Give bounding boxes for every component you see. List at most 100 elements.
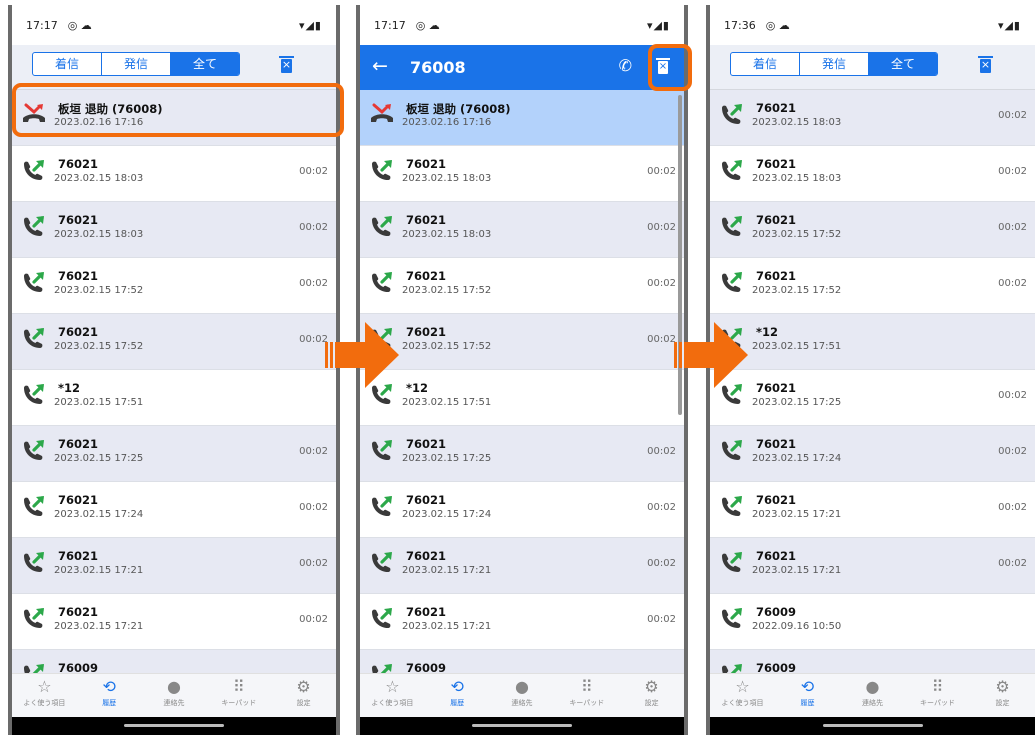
nav-item-history[interactable]: ⟲ 履歴 xyxy=(425,674,490,717)
person-icon: ● xyxy=(167,677,181,696)
outgoing-call-icon xyxy=(718,605,746,633)
nav-item-star[interactable]: ☆ よく使う項目 xyxy=(12,674,77,717)
call-datetime: 2023.02.15 17:52 xyxy=(54,285,144,296)
list-item[interactable]: 76021 2023.02.15 17:25 00:02 xyxy=(710,370,1035,426)
list-item[interactable]: 76021 2023.02.15 18:03 00:02 xyxy=(710,90,1035,146)
person-icon: ● xyxy=(515,677,529,696)
outgoing-call-icon xyxy=(718,437,746,465)
outgoing-call-icon xyxy=(368,437,396,465)
list-item-selected[interactable]: 板垣 退助 (76008) 2023.02.16 17:16 xyxy=(360,90,684,146)
filter-tabs-bar: 着信 発信 全て xyxy=(710,45,1035,90)
call-duration: 00:02 xyxy=(647,334,676,345)
gesture-bar xyxy=(12,717,336,735)
status-notification-icons: ◎ ☁ xyxy=(415,18,440,32)
list-item[interactable]: 76021 2023.02.15 18:03 00:02 xyxy=(360,146,684,202)
list-item[interactable]: 76021 2023.02.15 18:03 00:02 xyxy=(12,202,336,258)
nav-item-gear[interactable]: ⚙ 設定 xyxy=(970,674,1035,717)
nav-item-keypad[interactable]: ⠿ キーパッド xyxy=(554,674,619,717)
list-item[interactable]: 76021 2023.02.15 17:24 00:02 xyxy=(360,482,684,538)
keypad-icon: ⠿ xyxy=(931,677,944,696)
nav-item-history[interactable]: ⟲ 履歴 xyxy=(77,674,142,717)
nav-item-person[interactable]: ● 連絡先 xyxy=(490,674,555,717)
list-item[interactable]: 76021 2023.02.15 17:24 00:02 xyxy=(12,482,336,538)
nav-item-star[interactable]: ☆ よく使う項目 xyxy=(360,674,425,717)
call-datetime: 2023.02.15 18:03 xyxy=(402,173,492,184)
nav-item-star[interactable]: ☆ よく使う項目 xyxy=(710,674,775,717)
gesture-bar xyxy=(710,717,1035,735)
list-item[interactable]: 76021 2023.02.15 17:52 00:02 xyxy=(360,258,684,314)
list-item[interactable]: 76021 2023.02.15 17:52 00:02 xyxy=(710,202,1035,258)
list-item[interactable]: 76021 2023.02.15 17:21 00:02 xyxy=(710,538,1035,594)
call-datetime: 2023.02.15 17:24 xyxy=(752,453,842,464)
outgoing-call-icon xyxy=(718,493,746,521)
phone-call-icon[interactable]: ✆ xyxy=(619,56,632,75)
caller-name: 76021 xyxy=(756,101,797,115)
tab-outgoing[interactable]: 発信 xyxy=(102,53,171,75)
tab-all[interactable]: 全て xyxy=(869,53,937,75)
call-datetime: 2022.09.16 10:50 xyxy=(752,621,842,632)
list-item[interactable]: 76021 2023.02.15 18:03 00:02 xyxy=(710,146,1035,202)
tab-incoming[interactable]: 着信 xyxy=(731,53,800,75)
list-item[interactable]: 76021 2023.02.15 17:21 00:02 xyxy=(360,594,684,650)
keypad-icon: ⠿ xyxy=(580,677,593,696)
outgoing-call-icon xyxy=(368,605,396,633)
caller-name: 76021 xyxy=(58,549,99,563)
nav-item-keypad[interactable]: ⠿ キーパッド xyxy=(905,674,970,717)
caller-name: 76021 xyxy=(58,493,99,507)
call-datetime: 2023.02.15 17:25 xyxy=(54,453,144,464)
call-duration: 00:02 xyxy=(647,222,676,233)
list-item[interactable]: 76021 2023.02.15 17:21 00:02 xyxy=(360,538,684,594)
missed-call-icon xyxy=(368,101,396,129)
outgoing-call-icon xyxy=(718,101,746,129)
list-item[interactable]: 76021 2023.02.15 18:03 00:02 xyxy=(12,146,336,202)
nav-item-gear[interactable]: ⚙ 設定 xyxy=(619,674,684,717)
outgoing-call-icon xyxy=(368,157,396,185)
call-history-list: 板垣 退助 (76008) 2023.02.16 17:16 76021 2023.0… xyxy=(360,90,684,706)
nav-item-person[interactable]: ● 連絡先 xyxy=(840,674,905,717)
call-duration: 00:02 xyxy=(998,278,1027,289)
call-datetime: 2023.02.15 18:03 xyxy=(752,173,842,184)
list-item[interactable]: 76021 2023.02.15 17:52 00:02 xyxy=(12,258,336,314)
list-item[interactable]: 76021 2023.02.15 18:03 00:02 xyxy=(360,202,684,258)
list-item[interactable]: *12 2023.02.15 17:51 xyxy=(360,370,684,426)
tab-outgoing[interactable]: 発信 xyxy=(800,53,869,75)
call-duration: 00:02 xyxy=(299,614,328,625)
tab-incoming[interactable]: 着信 xyxy=(33,53,102,75)
list-item[interactable]: 76021 2023.02.15 17:21 00:02 xyxy=(12,538,336,594)
status-signal-icons: ▾◢▮ xyxy=(997,18,1021,32)
list-item[interactable]: 76021 2023.02.15 17:52 00:02 xyxy=(360,314,684,370)
list-item[interactable]: 76021 2023.02.15 17:25 00:02 xyxy=(360,426,684,482)
list-item[interactable]: *12 2023.02.15 17:51 xyxy=(12,370,336,426)
nav-item-history[interactable]: ⟲ 履歴 xyxy=(775,674,840,717)
star-icon: ☆ xyxy=(37,677,52,696)
call-duration: 00:02 xyxy=(647,446,676,457)
call-datetime: 2023.02.15 17:52 xyxy=(54,341,144,352)
call-duration: 00:02 xyxy=(299,222,328,233)
list-item[interactable]: 76021 2023.02.15 17:52 00:02 xyxy=(710,258,1035,314)
nav-item-gear[interactable]: ⚙ 設定 xyxy=(271,674,336,717)
list-item[interactable]: 76021 2023.02.15 17:25 00:02 xyxy=(12,426,336,482)
list-item[interactable]: 76021 2023.02.15 17:24 00:02 xyxy=(710,426,1035,482)
caller-name: 76021 xyxy=(406,213,447,227)
back-arrow-icon[interactable]: ← xyxy=(372,55,388,77)
call-datetime: 2023.02.15 17:24 xyxy=(54,509,144,520)
list-item[interactable]: 76021 2023.02.15 17:52 00:02 xyxy=(12,314,336,370)
list-item[interactable]: 76009 2022.09.16 10:50 xyxy=(710,594,1035,650)
outgoing-call-icon xyxy=(20,605,48,633)
list-item[interactable]: *12 2023.02.15 17:51 xyxy=(710,314,1035,370)
nav-label: よく使う項目 xyxy=(721,699,764,707)
caller-name: 76021 xyxy=(406,325,447,339)
call-duration: 00:02 xyxy=(998,166,1027,177)
delete-all-icon[interactable] xyxy=(978,56,993,73)
outgoing-call-icon xyxy=(718,157,746,185)
list-item[interactable]: 76021 2023.02.15 17:21 00:02 xyxy=(710,482,1035,538)
nav-item-keypad[interactable]: ⠿ キーパッド xyxy=(206,674,271,717)
nav-label: 連絡先 xyxy=(163,699,185,707)
delete-all-icon[interactable] xyxy=(279,56,294,73)
tab-all[interactable]: 全て xyxy=(171,53,239,75)
star-icon: ☆ xyxy=(385,677,400,696)
list-item[interactable]: 76021 2023.02.15 17:21 00:02 xyxy=(12,594,336,650)
filter-segment: 着信 発信 全て xyxy=(32,52,240,76)
gesture-bar xyxy=(360,717,684,735)
nav-item-person[interactable]: ● 連絡先 xyxy=(142,674,207,717)
